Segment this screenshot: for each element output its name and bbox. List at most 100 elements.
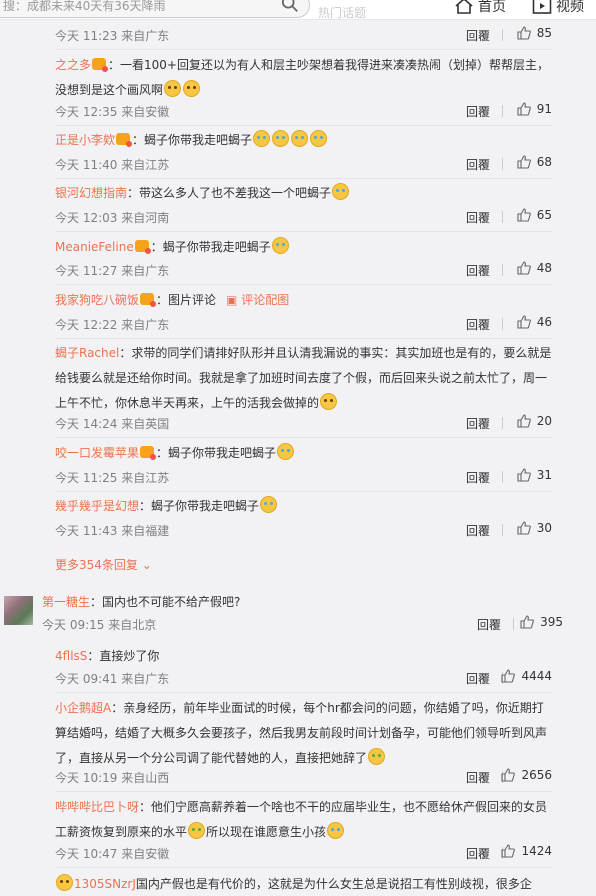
thumbs-up-icon[interactable]: [501, 768, 516, 782]
comment-meta: 今天 10:19 来自山西 回覆 2656: [55, 767, 552, 787]
reply-button[interactable]: 回覆: [466, 469, 490, 486]
username-link[interactable]: 蝎子Rachel: [55, 346, 119, 360]
nav-home-label: 首页: [478, 0, 506, 15]
like-count: 91: [536, 102, 552, 116]
nav-video-label: 视频: [556, 0, 584, 15]
like-button[interactable]: 46: [517, 315, 552, 329]
thumbs-up-icon[interactable]: [501, 844, 516, 858]
username-link[interactable]: 小企鹅超A: [55, 701, 111, 715]
reply-button[interactable]: 回覆: [466, 522, 490, 539]
comment-meta: 今天 09:41 来自广东 回覆 4444: [55, 668, 552, 688]
search-placeholder: 搜：成都未来40天有36天降雨: [3, 0, 166, 13]
reply-button[interactable]: 回覆: [466, 670, 490, 687]
smile-emoji-icon: [183, 80, 201, 97]
comment-time: 今天 09:41 来自广东: [55, 672, 170, 686]
thumbs-up-icon[interactable]: [517, 208, 531, 222]
like-button[interactable]: 31: [517, 468, 552, 482]
username-link[interactable]: 银河幻想指南: [55, 186, 127, 200]
reply-text: 小企鹅超A：亲身经历，前年毕业面试的时候，每个hr都会问的问题，你结婚了吗，你近…: [55, 696, 552, 771]
reply-button[interactable]: 回覆: [466, 845, 490, 862]
like-button[interactable]: 395: [520, 615, 563, 629]
thumbs-up-icon[interactable]: [517, 521, 531, 535]
comment-meta: 今天 11:25 来自江苏 回覆 31: [55, 467, 552, 487]
comment-content: ：直接炒了你: [87, 649, 160, 663]
divider: [55, 791, 552, 792]
like-button[interactable]: 4444: [501, 669, 552, 683]
comment-content: ：蝎子你带我走吧蝎子: [132, 133, 253, 147]
thumbs-up-icon[interactable]: [517, 102, 531, 116]
like-button[interactable]: 2656: [501, 768, 552, 782]
thumbs-up-icon[interactable]: [517, 26, 531, 40]
image-icon: ▣: [226, 293, 242, 307]
like-button[interactable]: 68: [517, 155, 552, 169]
like-button[interactable]: 20: [517, 414, 552, 428]
vip-badge-icon: [140, 446, 157, 460]
comment-meta: 今天 11:43 来自福建 回覆 30: [55, 520, 552, 540]
username-link[interactable]: 我家狗吃八碗饭: [55, 293, 139, 307]
more-replies-link[interactable]: 更多354条回复 ⌄: [55, 556, 152, 573]
thumbs-up-icon[interactable]: [501, 669, 516, 683]
thumbs-up-icon[interactable]: [517, 155, 531, 169]
picture-comment-link[interactable]: ▣ 评论配图: [226, 293, 289, 307]
divider: [55, 49, 552, 50]
thumbs-up-icon[interactable]: [517, 468, 531, 482]
thumbs-up-icon[interactable]: [517, 414, 531, 428]
reply-button[interactable]: 回覆: [466, 415, 490, 432]
comment-meta: 今天 10:47 来自安徽 回覆 1424: [55, 843, 552, 863]
reply-button[interactable]: 回覆: [466, 316, 490, 333]
like-count: 46: [536, 315, 552, 329]
reply-button[interactable]: 回覆: [466, 262, 490, 279]
username-link[interactable]: 正是小李欸: [55, 133, 115, 147]
crying-emoji-icon: [332, 183, 350, 200]
reply-text: 蝎子Rachel：求带的同学们请排好队形并且认清我漏说的事实：其实加班也是有的，…: [55, 341, 552, 416]
comment-time: 今天 12:22 来自广东: [55, 318, 170, 332]
crying-emoji-icon: [253, 130, 271, 147]
reply-button[interactable]: 回覆: [477, 616, 501, 633]
nav-video[interactable]: 视频: [532, 0, 584, 16]
like-button[interactable]: 91: [517, 102, 552, 116]
reply-button[interactable]: 回覆: [466, 103, 490, 120]
comment-time: 今天 11:27 来自广东: [55, 264, 170, 278]
like-button[interactable]: 1424: [501, 844, 552, 858]
reply-text: 正是小李欸 ：蝎子你带我走吧蝎子: [55, 128, 552, 153]
username-link[interactable]: 之之多: [55, 58, 91, 72]
crying-emoji-icon: [260, 496, 278, 513]
thumbs-up-icon[interactable]: [520, 615, 534, 629]
like-button[interactable]: 30: [517, 521, 552, 535]
username-link[interactable]: MeanieFeline: [55, 240, 134, 254]
user-avatar[interactable]: [4, 596, 33, 625]
meta-separator: [502, 471, 503, 483]
search-icon[interactable]: [281, 0, 299, 13]
username-link[interactable]: 幾乎幾乎是幻想: [55, 499, 139, 513]
hot-topic-link[interactable]: 热门话题: [318, 4, 366, 21]
divider: [55, 284, 552, 285]
comment-meta: 今天 14:24 来自英国 回覆 20: [55, 413, 552, 433]
reply-button[interactable]: 回覆: [466, 156, 490, 173]
nav-home[interactable]: 首页: [454, 0, 506, 16]
reply-text: 幾乎幾乎是幻想：蝎子你带我走吧蝎子: [55, 494, 552, 519]
crying-emoji-icon: [310, 130, 328, 147]
smile-emoji-icon: [56, 874, 73, 891]
thumbs-up-icon[interactable]: [517, 315, 531, 329]
reply-button[interactable]: 回覆: [466, 27, 490, 44]
like-button[interactable]: 48: [517, 261, 552, 275]
username-link[interactable]: 第一糖生: [42, 595, 90, 609]
like-button[interactable]: 65: [517, 208, 552, 222]
like-count: 2656: [521, 768, 552, 782]
like-count: 65: [536, 208, 552, 222]
search-input[interactable]: 搜：成都未来40天有36天降雨: [0, 0, 310, 18]
username-link[interactable]: 4fllsS: [55, 649, 87, 663]
comment-content: ：一看100+回复还以为有人和层主吵架想着我得进来凑凑热闹（划掉）帮帮层主，没想…: [55, 58, 549, 97]
comment-content: ：带这么多人了也不差我这一个吧蝎子: [127, 186, 332, 200]
reply-button[interactable]: 回覆: [466, 769, 490, 786]
like-count: 85: [536, 26, 552, 40]
username-link[interactable]: 1305SNzrJ: [74, 877, 136, 891]
reply-button[interactable]: 回覆: [466, 209, 490, 226]
crying-emoji-icon: [291, 130, 309, 147]
like-button[interactable]: 85: [517, 26, 552, 40]
username-link[interactable]: 哔哔哔比巴卜呀: [55, 800, 139, 814]
username-link[interactable]: 咬一口发霉苹果: [55, 446, 139, 460]
comment-time: 今天 11:25 来自江苏: [55, 471, 170, 485]
thumbs-up-icon[interactable]: [517, 261, 531, 275]
reply-text: 之之多 ：一看100+回复还以为有人和层主吵架想着我得进来凑凑热闹（划掉）帮帮层主…: [55, 53, 552, 103]
